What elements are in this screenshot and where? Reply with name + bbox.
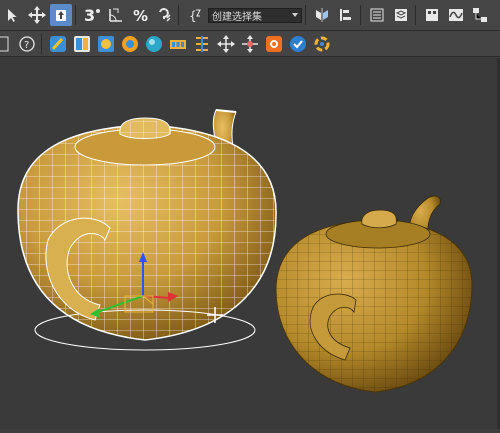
curve-editor-icon[interactable] bbox=[445, 4, 467, 26]
chevron-down-icon bbox=[292, 13, 298, 17]
perspective-viewport[interactable] bbox=[0, 58, 500, 429]
select-and-rotate-icon[interactable] bbox=[50, 4, 72, 26]
environment-icon[interactable] bbox=[143, 33, 165, 55]
angle-snap-icon[interactable] bbox=[105, 4, 127, 26]
edit-named-selection-icon[interactable]: { bbox=[184, 4, 206, 26]
svg-text:3: 3 bbox=[84, 6, 95, 25]
svg-text:?: ? bbox=[24, 40, 29, 51]
named-selection-sets-dropdown[interactable]: 创建选择集 bbox=[208, 7, 302, 23]
scene-explorer-icon[interactable] bbox=[366, 4, 388, 26]
teapot-second[interactable] bbox=[270, 195, 480, 400]
mirror-icon[interactable] bbox=[311, 4, 333, 26]
secondary-toolbar: ? bbox=[0, 31, 500, 57]
render-setup-icon[interactable] bbox=[119, 33, 141, 55]
pivot-icon[interactable] bbox=[239, 33, 261, 55]
toolbar-separator bbox=[305, 5, 306, 25]
align-icon[interactable] bbox=[335, 4, 357, 26]
activeshade-icon[interactable] bbox=[311, 33, 333, 55]
paint-deform-icon[interactable] bbox=[47, 33, 69, 55]
render-frame-icon[interactable] bbox=[263, 33, 285, 55]
select-object-icon[interactable] bbox=[2, 4, 24, 26]
toolbar-separator bbox=[75, 5, 76, 25]
svg-text:{: { bbox=[189, 9, 197, 23]
help-icon[interactable]: ? bbox=[16, 33, 38, 55]
toolbar-separator bbox=[178, 5, 179, 25]
transform-center-icon[interactable] bbox=[215, 33, 237, 55]
array-icon[interactable] bbox=[167, 33, 189, 55]
scene-canvas bbox=[10, 109, 480, 400]
teapot-selected[interactable] bbox=[10, 109, 290, 351]
schematic-view-icon[interactable] bbox=[469, 4, 491, 26]
spinner-snap-icon[interactable] bbox=[153, 4, 175, 26]
snaps-toggle-button[interactable]: 3 bbox=[81, 4, 103, 26]
selection-set-value: 创建选择集 bbox=[212, 11, 262, 23]
open-icon[interactable] bbox=[0, 33, 14, 55]
select-and-move-icon[interactable] bbox=[26, 4, 48, 26]
toolbar-separator bbox=[41, 33, 42, 54]
main-toolbar: 3 % { 创建选择集 bbox=[0, 0, 500, 31]
toolbar-separator bbox=[415, 5, 416, 25]
material-editor-icon[interactable] bbox=[95, 33, 117, 55]
graphite-modeling-icon[interactable] bbox=[71, 33, 93, 55]
percent-snap-icon[interactable]: % bbox=[129, 4, 151, 26]
ribbon-toggle-icon[interactable] bbox=[421, 4, 443, 26]
toolbar-separator bbox=[360, 5, 361, 25]
render-icon[interactable] bbox=[287, 33, 309, 55]
align-tool-icon[interactable] bbox=[191, 33, 213, 55]
svg-text:%: % bbox=[133, 7, 148, 23]
layer-explorer-icon[interactable] bbox=[390, 4, 412, 26]
